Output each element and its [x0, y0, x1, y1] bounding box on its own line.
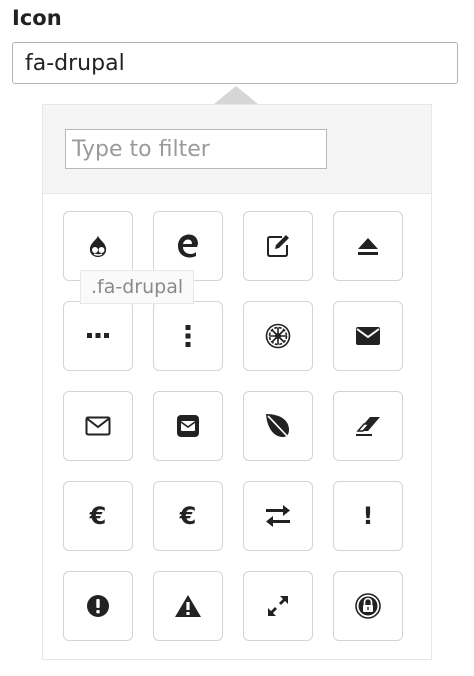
icon-tile-euro[interactable]: €	[153, 481, 223, 551]
envelope-o-icon	[85, 416, 111, 436]
envira-icon	[266, 414, 291, 440]
drupal-icon	[89, 235, 107, 257]
icon-tooltip: .fa-drupal	[80, 270, 195, 304]
icon-tile-envelope[interactable]	[333, 301, 403, 371]
exclamation-circle-icon	[87, 595, 109, 617]
envelope-square-icon	[177, 415, 199, 437]
eraser-icon	[356, 417, 380, 436]
filter-input[interactable]	[65, 129, 327, 169]
icon-tile-exclamation-triangle[interactable]	[153, 571, 223, 641]
icon-tile-ellipsis-h[interactable]	[63, 301, 133, 371]
icon-picker-popover: € € !	[42, 104, 432, 660]
envelope-icon	[356, 327, 380, 345]
popover-arrow	[214, 86, 258, 104]
exclamation-triangle-icon	[175, 595, 201, 617]
icon-tile-eject[interactable]	[333, 211, 403, 281]
icon-tile-eraser[interactable]	[333, 391, 403, 461]
edge-icon	[178, 234, 198, 258]
edit-icon	[267, 235, 289, 257]
euro-icon: €	[179, 502, 197, 530]
ellipsis-v-icon	[185, 325, 191, 347]
icon-tile-empire[interactable]	[243, 301, 313, 371]
icon-tile-envelope-o[interactable]	[63, 391, 133, 461]
icon-tile-expand[interactable]	[243, 571, 313, 641]
expand-icon	[268, 596, 288, 616]
icon-tile-envelope-square[interactable]	[153, 391, 223, 461]
icon-tile-exchange[interactable]	[243, 481, 313, 551]
icon-picker-widget: Icon fa-drupal Type to filter € € ! .fa-…	[0, 0, 474, 676]
exclamation-icon: !	[362, 502, 374, 530]
icon-tile-exclamation[interactable]: !	[333, 481, 403, 551]
popover-header	[43, 105, 431, 194]
exchange-icon	[266, 505, 290, 527]
icon-value-input[interactable]	[12, 42, 458, 84]
eur-icon: €	[89, 502, 107, 530]
expeditedssl-icon	[355, 593, 381, 619]
icon-tile-envira[interactable]	[243, 391, 313, 461]
icon-tile-edit[interactable]	[243, 211, 313, 281]
ellipsis-h-icon	[87, 333, 109, 338]
field-label: Icon	[12, 6, 62, 30]
icon-tile-expeditedssl[interactable]	[333, 571, 403, 641]
eject-icon	[358, 238, 378, 255]
icon-tile-exclamation-circle[interactable]	[63, 571, 133, 641]
empire-icon	[265, 323, 291, 349]
icon-tile-ellipsis-v[interactable]	[153, 301, 223, 371]
icon-tile-eur[interactable]: €	[63, 481, 133, 551]
